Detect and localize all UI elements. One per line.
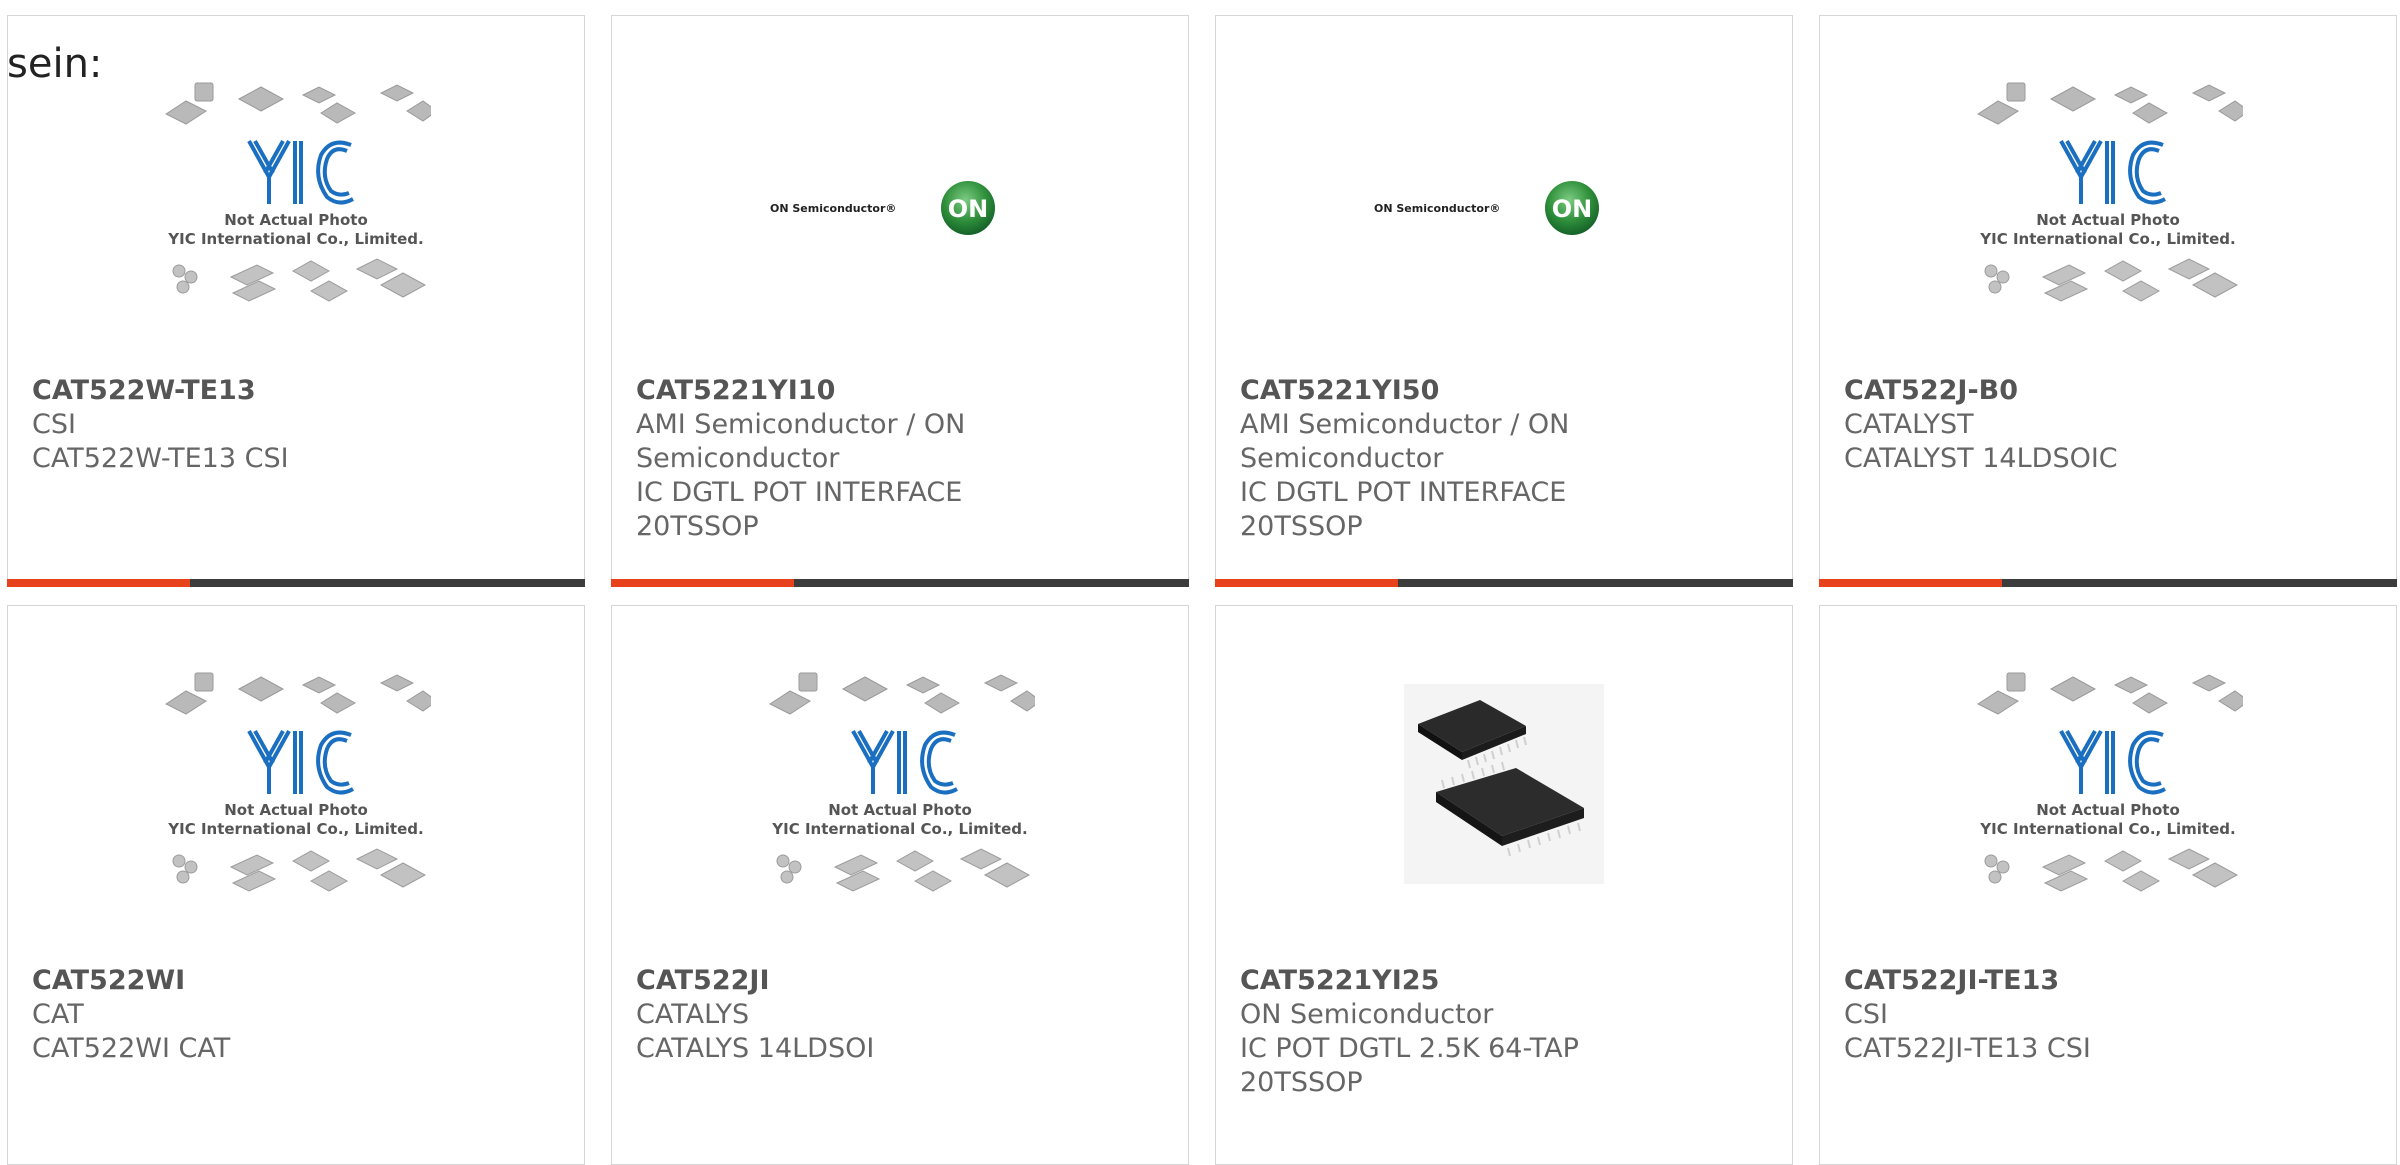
part-number-link[interactable]: CAT522JI bbox=[636, 964, 1168, 998]
description: CAT522W-TE13 CSI bbox=[32, 443, 289, 474]
manufacturer: ON Semiconductor bbox=[1240, 999, 1494, 1030]
on-badge: ON bbox=[948, 195, 989, 223]
description: CAT522WI CAT bbox=[32, 1033, 231, 1064]
yic-placeholder-image: Not Actual Photo YIC International Co., … bbox=[164, 82, 431, 302]
manufacturer: CATALYST bbox=[1844, 409, 1974, 440]
manufacturer: CATALYS bbox=[636, 999, 750, 1030]
card-bottom-bar bbox=[1819, 579, 2397, 587]
product-image[interactable]: ON Semiconductor® ON bbox=[1216, 44, 1792, 364]
product-card[interactable]: Not Actual Photo YIC International Co., … bbox=[1819, 15, 2397, 587]
part-number-link[interactable]: CAT5221YI25 bbox=[1240, 964, 1772, 998]
product-card[interactable]: Not Actual Photo YIC International Co., … bbox=[7, 15, 585, 587]
manufacturer: CAT bbox=[32, 999, 84, 1030]
card-accent-strip bbox=[1819, 579, 2002, 587]
placeholder-caption-1: Not Actual Photo bbox=[224, 801, 368, 819]
manufacturer: CSI bbox=[1844, 999, 1888, 1030]
part-number-link[interactable]: CAT522WI bbox=[32, 964, 564, 998]
description: IC POT DGTL 2.5K 64-TAP 20TSSOP bbox=[1240, 1033, 1579, 1098]
description: IC DGTL POT INTERFACE 20TSSOP bbox=[1240, 477, 1567, 542]
product-info: CAT5221YI25 ON Semiconductor IC POT DGTL 2… bbox=[1240, 964, 1772, 1100]
placeholder-caption-1: Not Actual Photo bbox=[2036, 211, 2180, 229]
product-info: CAT522WI CAT CAT522WI CAT bbox=[32, 964, 564, 1066]
product-info: CAT522W-TE13 CSI CAT522W-TE13 CSI bbox=[32, 374, 564, 476]
yic-placeholder-image: Not Actual Photo YIC International Co., … bbox=[164, 672, 431, 892]
card-bottom-bar bbox=[1215, 579, 1793, 587]
product-card[interactable]: Not Actual Photo YIC International Co., … bbox=[1819, 605, 2397, 1165]
manufacturer: AMI Semiconductor / ON Semiconductor bbox=[636, 409, 966, 474]
product-info: CAT5221YI50 AMI Semiconductor / ON Semico… bbox=[1240, 374, 1772, 544]
product-image[interactable] bbox=[1216, 634, 1792, 954]
card-accent-strip bbox=[7, 579, 190, 587]
product-image[interactable]: ON Semiconductor® ON bbox=[612, 44, 1188, 364]
product-info: CAT522J-B0 CATALYST CATALYST 14LDSOIC bbox=[1844, 374, 2376, 476]
manufacturer: CSI bbox=[32, 409, 76, 440]
card-bottom-bar bbox=[611, 579, 1189, 587]
product-info: CAT522JI-TE13 CSI CAT522JI-TE13 CSI bbox=[1844, 964, 2376, 1066]
part-number-link[interactable]: CAT522W-TE13 bbox=[32, 374, 564, 408]
card-accent-strip bbox=[611, 579, 794, 587]
placeholder-caption-2: YIC International Co., Limited. bbox=[167, 820, 423, 838]
manufacturer: AMI Semiconductor / ON Semiconductor bbox=[1240, 409, 1570, 474]
part-number-link[interactable]: CAT5221YI10 bbox=[636, 374, 1168, 408]
description: CATALYST 14LDSOIC bbox=[1844, 443, 2118, 474]
product-image[interactable]: Not Actual Photo YIC International Co., … bbox=[8, 44, 584, 364]
placeholder-caption-2: YIC International Co., Limited. bbox=[1979, 820, 2235, 838]
description: CATALYS 14LDSOI bbox=[636, 1033, 875, 1064]
product-image[interactable]: Not Actual Photo YIC International Co., … bbox=[612, 634, 1188, 954]
tssop-chip-photo bbox=[1404, 684, 1604, 884]
product-info: CAT5221YI10 AMI Semiconductor / ON Semico… bbox=[636, 374, 1168, 544]
on-badge: ON bbox=[1552, 195, 1593, 223]
product-image[interactable]: Not Actual Photo YIC International Co., … bbox=[1820, 44, 2396, 364]
product-card[interactable]: Not Actual Photo YIC International Co., … bbox=[7, 605, 585, 1165]
product-card[interactable]: CAT5221YI25 ON Semiconductor IC POT DGTL 2… bbox=[1215, 605, 1793, 1165]
part-number-link[interactable]: CAT522JI-TE13 bbox=[1844, 964, 2376, 998]
part-number-link[interactable]: CAT5221YI50 bbox=[1240, 374, 1772, 408]
product-info: CAT522JI CATALYS CATALYS 14LDSOI bbox=[636, 964, 1168, 1066]
product-card[interactable]: ON Semiconductor® ON CAT5221YI10 AMI Semi… bbox=[611, 15, 1189, 587]
product-grid: Not Actual Photo YIC International Co., … bbox=[0, 0, 2400, 1165]
placeholder-caption-1: Not Actual Photo bbox=[828, 801, 972, 819]
placeholder-caption-2: YIC International Co., Limited. bbox=[1979, 230, 2235, 248]
on-wordmark: ON Semiconductor® bbox=[770, 202, 896, 215]
part-number-link[interactable]: CAT522J-B0 bbox=[1844, 374, 2376, 408]
description: IC DGTL POT INTERFACE 20TSSOP bbox=[636, 477, 963, 542]
product-image[interactable]: Not Actual Photo YIC International Co., … bbox=[8, 634, 584, 954]
placeholder-caption-1: Not Actual Photo bbox=[2036, 801, 2180, 819]
description: CAT522JI-TE13 CSI bbox=[1844, 1033, 2091, 1064]
card-bottom-bar bbox=[7, 579, 585, 587]
on-semi-logo: ON Semiconductor® ON bbox=[1374, 181, 1599, 235]
on-semi-logo: ON Semiconductor® ON bbox=[770, 181, 995, 235]
product-card[interactable]: Not Actual Photo YIC International Co., … bbox=[611, 605, 1189, 1165]
intro-text: sein: bbox=[7, 41, 103, 87]
yic-placeholder-image: Not Actual Photo YIC International Co., … bbox=[768, 672, 1035, 892]
yic-placeholder-image: Not Actual Photo YIC International Co., … bbox=[1976, 672, 2243, 892]
placeholder-caption-2: YIC International Co., Limited. bbox=[167, 230, 423, 248]
product-card[interactable]: ON Semiconductor® ON CAT5221YI50 AMI Semi… bbox=[1215, 15, 1793, 587]
yic-placeholder-image: Not Actual Photo YIC International Co., … bbox=[1976, 82, 2243, 302]
placeholder-caption-2: YIC International Co., Limited. bbox=[771, 820, 1027, 838]
product-image[interactable]: Not Actual Photo YIC International Co., … bbox=[1820, 634, 2396, 954]
placeholder-caption-1: Not Actual Photo bbox=[224, 211, 368, 229]
card-accent-strip bbox=[1215, 579, 1398, 587]
on-wordmark: ON Semiconductor® bbox=[1374, 202, 1500, 215]
